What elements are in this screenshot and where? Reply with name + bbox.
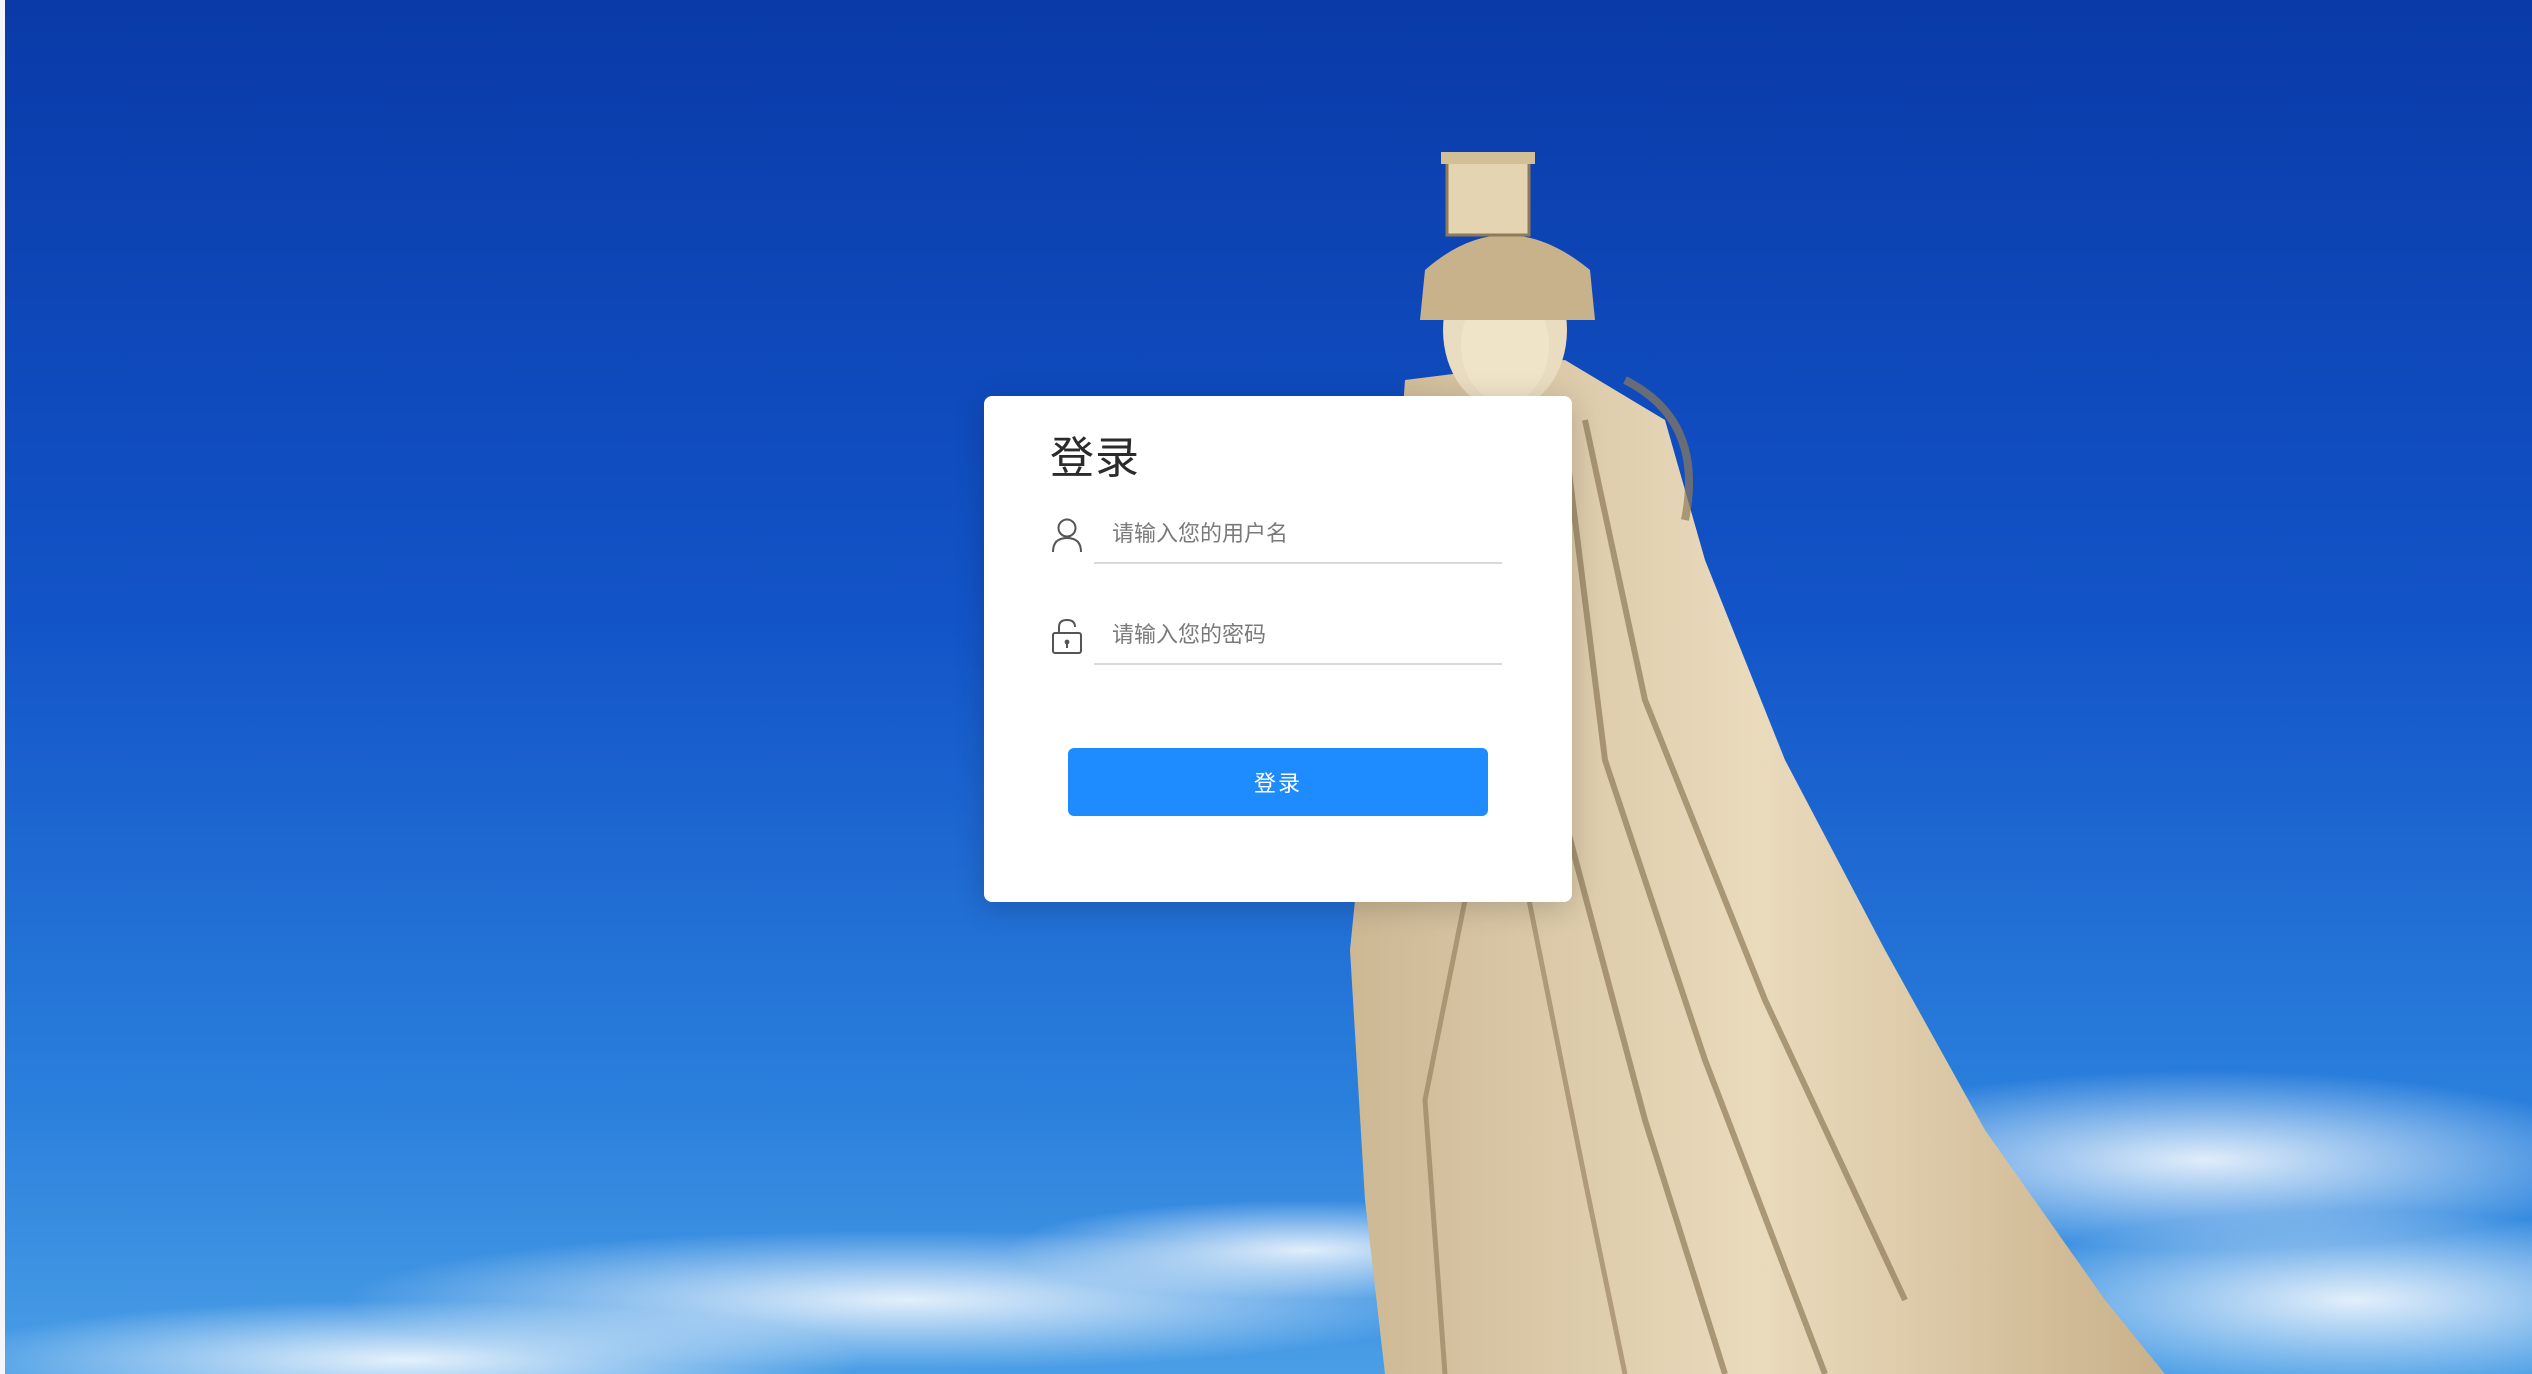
- lock-icon: [1050, 617, 1084, 655]
- username-row: [1050, 506, 1502, 566]
- login-page: 登录 登录: [0, 0, 2532, 1374]
- login-card: 登录 登录: [984, 396, 1572, 902]
- user-icon: [1050, 516, 1084, 554]
- login-title: 登录: [1050, 433, 1140, 484]
- username-input[interactable]: [1094, 506, 1502, 564]
- login-button[interactable]: 登录: [1068, 748, 1488, 816]
- password-input[interactable]: [1094, 607, 1502, 665]
- password-row: [1050, 607, 1502, 667]
